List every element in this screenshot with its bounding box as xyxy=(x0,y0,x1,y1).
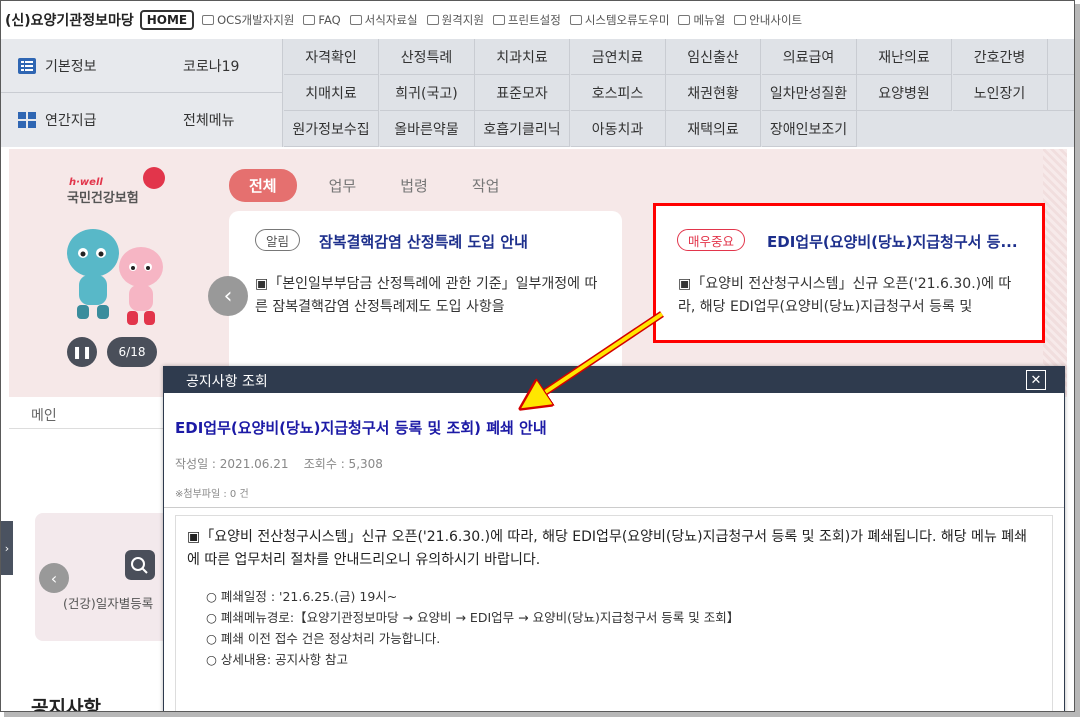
notice-content-text: ▣「요양비 전산청구시스템」신규 오픈('21.6.30.)에 따라, 해당 E… xyxy=(187,529,1028,568)
side-toggle-button[interactable]: › xyxy=(1,521,13,575)
tab-work[interactable]: 업무 xyxy=(329,175,357,196)
notice-content-box: ▣「요양비 전산청구시스템」신규 오픈('21.6.30.)에 따라, 해당 E… xyxy=(175,515,1053,711)
notice-badge: 알림 xyxy=(255,229,301,251)
nav-item[interactable]: 치과치료 xyxy=(475,39,570,75)
urgent-badge: 매우중요 xyxy=(677,229,746,251)
nav-item[interactable]: 올바른약물 xyxy=(379,111,475,147)
banner-tabs: 전체 업무 법령 작업 xyxy=(229,169,543,202)
nav-basic-info[interactable]: 기본정보 xyxy=(45,56,155,76)
attachment-count: ※첨부파일 : 0 건 xyxy=(175,489,249,500)
nav-item[interactable]: 재난의료 xyxy=(857,39,952,75)
monitor-icon xyxy=(426,15,439,25)
util-link-guide[interactable]: 안내사이트 xyxy=(734,12,802,28)
modal-header: 공지사항 조회 ✕ xyxy=(164,367,1064,393)
bullet-menu-path: ○ 폐쇄메뉴경로:【요양기관정보마당 → 요양비 → EDI업무 → 요양비(당… xyxy=(206,610,740,625)
util-link-forms[interactable]: 서식자료실 xyxy=(349,12,418,28)
quick-menu-prev-button[interactable]: ‹ xyxy=(39,563,69,593)
nav-item[interactable]: 아동치과 xyxy=(570,111,666,147)
notice-meta: 작성일 : 2021.06.21 조회수 : 5,308 xyxy=(175,455,383,472)
nav-item[interactable]: 호흡기클리닉 xyxy=(475,111,570,147)
util-link-faq[interactable]: FAQ xyxy=(303,12,341,28)
printer-icon xyxy=(492,15,505,25)
util-link-remote[interactable]: 원격지원 xyxy=(426,12,484,28)
nav-item[interactable]: 요양병원 xyxy=(857,75,952,111)
quick-menu-item[interactable]: (건강)일자별등록 xyxy=(63,593,153,612)
nav-item[interactable]: 채권현황 xyxy=(666,75,761,111)
tab-task[interactable]: 작업 xyxy=(472,175,500,196)
notice-card-1-title[interactable]: 잠복결핵감염 산정특례 도입 안내 xyxy=(319,231,609,252)
notice-card-2-title[interactable]: EDI업무(요양비(당뇨)지급청구서 등... xyxy=(767,231,1029,252)
nav-row-annual: 연간지급 전체메뉴 xyxy=(1,93,283,147)
notice-date: 작성일 : 2021.06.21 xyxy=(175,457,289,471)
nav-item[interactable]: 장애인보조기 xyxy=(761,111,857,147)
mascot-pink-icon xyxy=(119,247,163,325)
notice-modal: 공지사항 조회 ✕ EDI업무(요양비(당뇨)지급청구서 등록 및 조회) 폐쇄… xyxy=(163,366,1065,711)
nav-all-menu[interactable]: 전체메뉴 xyxy=(183,110,235,130)
notice-bullet-list: ○ 폐쇄일정 : '21.6.25.(금) 19시~ ○ 폐쇄메뉴경로:【요양기… xyxy=(206,586,739,670)
window-icon xyxy=(202,15,215,25)
tab-all[interactable]: 전체 xyxy=(229,169,297,202)
document-icon xyxy=(678,15,691,25)
frame-shadow xyxy=(1075,4,1080,716)
nav-item[interactable]: 금연치료 xyxy=(570,39,666,75)
nav-item[interactable]: 희귀(국고) xyxy=(379,75,475,111)
modal-divider xyxy=(164,507,1064,508)
util-link-ocs[interactable]: OCS개발자지원 xyxy=(202,12,294,28)
top-utility-bar: (신)요양기관정보마당 HOME OCS개발자지원 FAQ 서식자료실 원격지원… xyxy=(1,1,1074,39)
bullet-prior-cases: ○ 폐쇄 이전 접수 건은 정상처리 가능합니다. xyxy=(206,631,441,646)
nav-item[interactable]: 자격확인 xyxy=(284,39,379,75)
calendar-icon xyxy=(734,15,747,25)
pause-button[interactable]: ❚❚ xyxy=(67,337,97,367)
notice-views: 조회수 : 5,308 xyxy=(303,457,383,471)
nav-item[interactable]: 노인장기 xyxy=(952,75,1048,111)
nav-annual-payment[interactable]: 연간지급 xyxy=(45,110,155,130)
nav-item[interactable]: 일차만성질환 xyxy=(761,75,857,111)
notice-card-2-body: ▣「요양비 전산청구시스템」신규 오픈('21.6.30.)에 따라, 해당 E… xyxy=(678,276,1012,315)
nav-row-basic: 기본정보 코로나19 xyxy=(1,39,283,93)
nav-item[interactable]: 산정특례 xyxy=(379,39,475,75)
close-icon[interactable]: ✕ xyxy=(1026,370,1046,390)
carousel-prev-button[interactable]: ‹ xyxy=(208,276,248,316)
banner-stripe xyxy=(1043,149,1067,397)
chat-icon xyxy=(303,15,316,25)
printer-icon xyxy=(569,15,582,25)
nhis-logo-text: 국민건강보험 xyxy=(67,191,139,206)
heart-logo-icon xyxy=(143,167,165,189)
notice-title: EDI업무(요양비(당뇨)지급청구서 등록 및 조회) 폐쇄 안내 xyxy=(175,419,547,437)
nav-left-panel: 기본정보 코로나19 연간지급 전체메뉴 xyxy=(1,39,283,147)
notice-card-1-body: ▣「본인일부부담금 산정특례에 관한 기준」일부개정에 따른 잠복결핵감염 산정… xyxy=(255,276,598,315)
bullet-schedule: ○ 폐쇄일정 : '21.6.25.(금) 19시~ xyxy=(206,589,398,604)
modal-title: 공지사항 조회 xyxy=(186,374,268,390)
nav-item[interactable]: 호스피스 xyxy=(570,75,666,111)
nav-item[interactable]: 장 xyxy=(1048,75,1074,111)
list-icon xyxy=(349,15,362,25)
nav-item[interactable]: 임신출산 xyxy=(666,39,761,75)
frame-shadow xyxy=(4,712,1080,717)
nav-item[interactable]: 의료급여 xyxy=(761,39,857,75)
main-tab[interactable]: 메인 xyxy=(31,405,57,425)
grid-icon xyxy=(18,112,36,128)
util-link-error-help[interactable]: 시스템오류도우미 xyxy=(569,12,669,28)
nav-item[interactable]: 치매치료 xyxy=(284,75,379,111)
util-link-print[interactable]: 프린트설정 xyxy=(492,12,561,28)
nav-item[interactable]: (구 xyxy=(1048,39,1074,75)
utility-links: OCS개발자지원 FAQ 서식자료실 원격지원 프린트설정 시스템오류도우미 메… xyxy=(202,12,811,28)
nav-item[interactable]: 간호간병 xyxy=(952,39,1048,75)
notice-section-heading: 공지사항 xyxy=(31,697,101,712)
search-icon[interactable] xyxy=(125,550,155,580)
tab-law[interactable]: 법령 xyxy=(400,175,428,196)
home-button[interactable]: HOME xyxy=(139,10,195,30)
main-nav: 기본정보 코로나19 연간지급 전체메뉴 자격확인 산정특례 치과치료 금연치료 임신출… xyxy=(1,39,1074,147)
browser-frame: (신)요양기관정보마당 HOME OCS개발자지원 FAQ 서식자료실 원격지원… xyxy=(0,0,1075,712)
nav-item[interactable]: 원가정보수집 xyxy=(284,111,379,147)
slide-counter: 6/18 xyxy=(107,337,157,367)
nav-item[interactable]: 재택의료 xyxy=(666,111,761,147)
nav-covid19[interactable]: 코로나19 xyxy=(183,56,239,76)
nav-menu-grid: 자격확인산정특례치과치료금연치료임신출산의료급여재난의료간호간병(구치매치료희귀… xyxy=(284,39,1074,147)
site-brand[interactable]: (신)요양기관정보마당 xyxy=(5,10,134,30)
bullet-details: ○ 상세내용: 공지사항 참고 xyxy=(206,652,349,667)
menu-list-icon xyxy=(18,57,36,74)
nav-item[interactable]: 표준모자 xyxy=(475,75,570,111)
util-link-manual[interactable]: 메뉴얼 xyxy=(678,12,725,28)
